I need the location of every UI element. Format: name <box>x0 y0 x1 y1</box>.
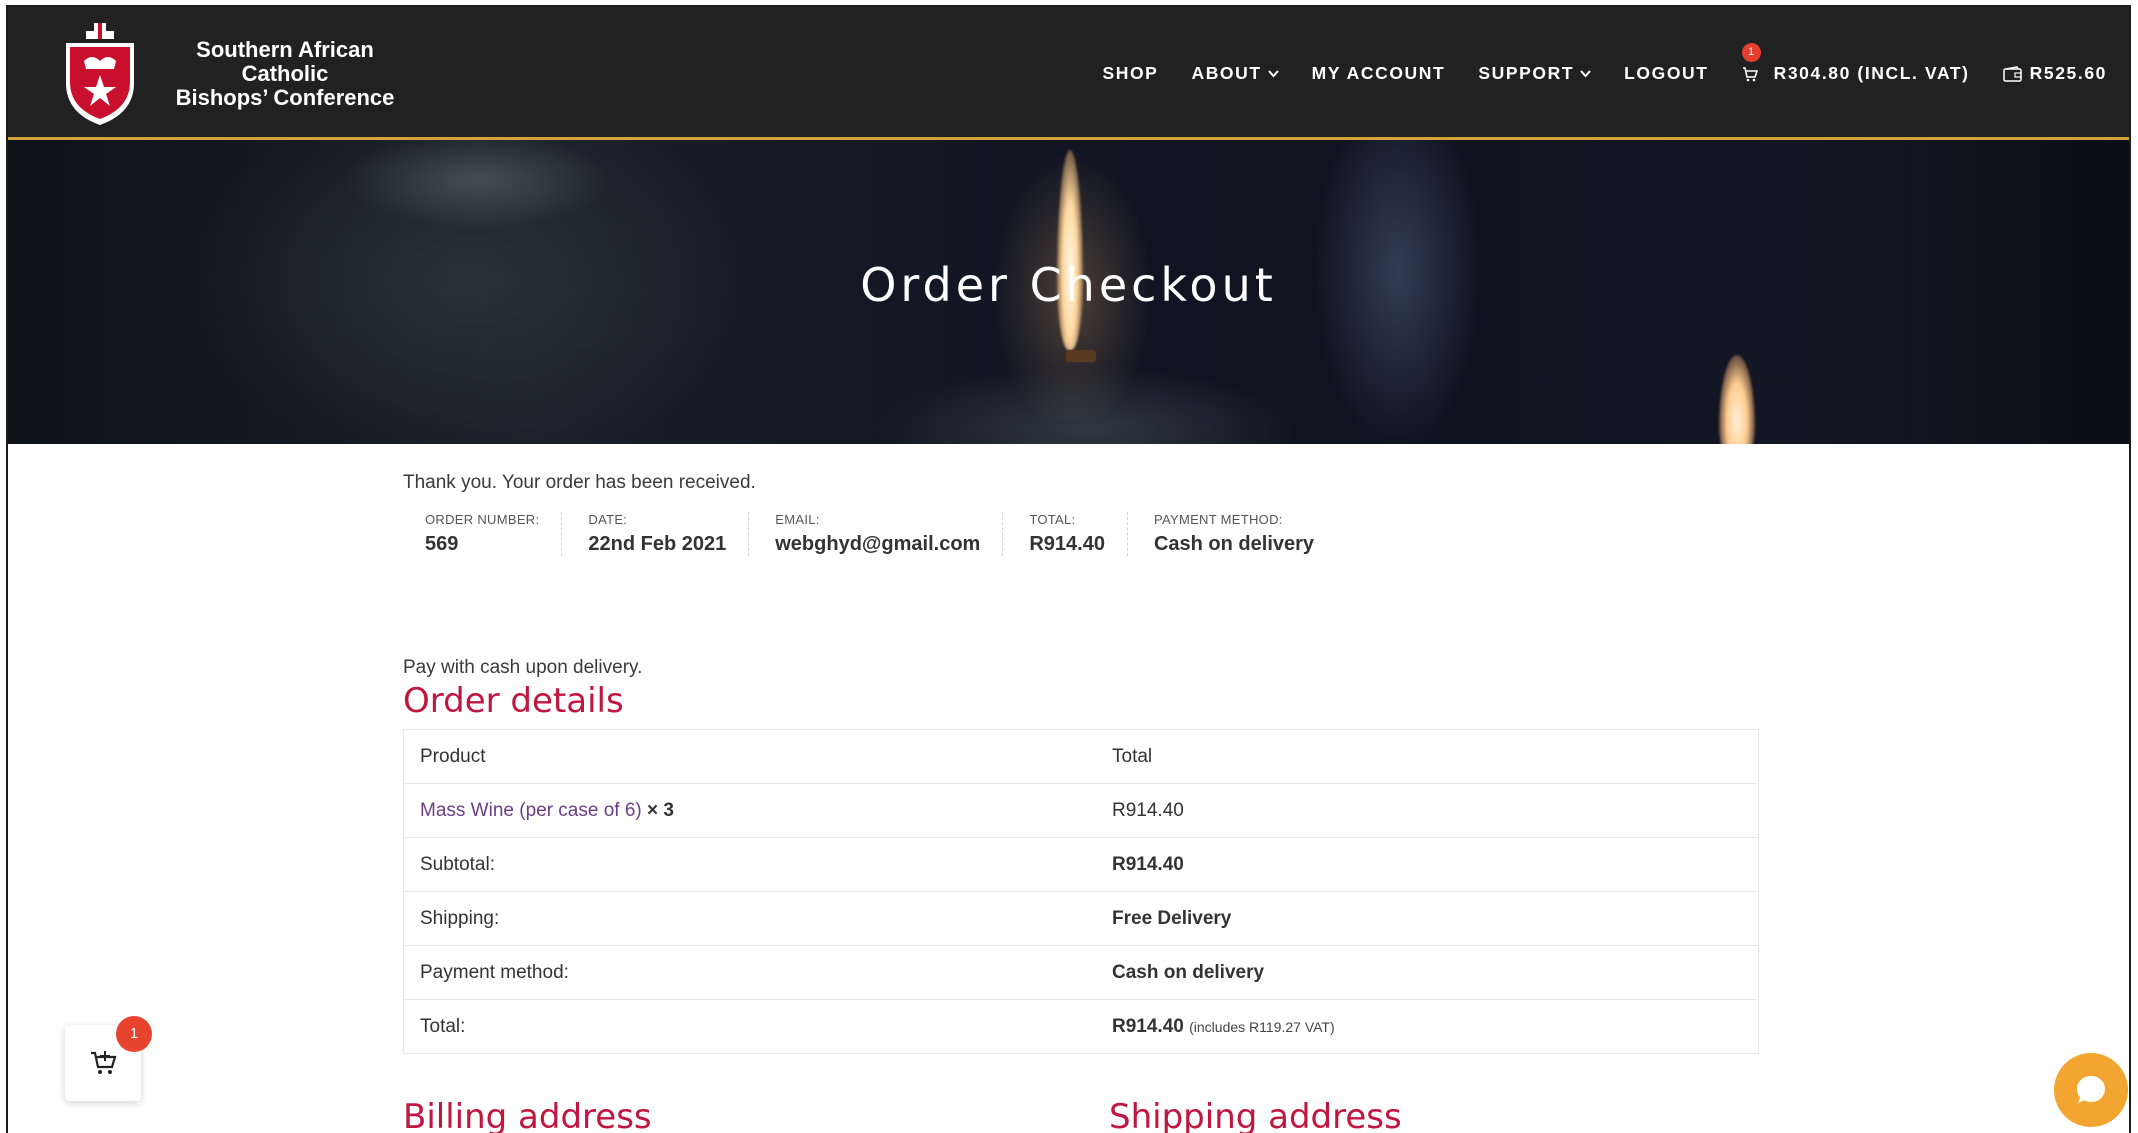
nav-shop-label: SHOP <box>1102 63 1159 83</box>
overview-value: Cash on delivery <box>1153 533 1315 555</box>
nav-my-account[interactable]: MY ACCOUNT <box>1312 63 1446 84</box>
hero-banner: Order Checkout <box>8 140 2129 444</box>
column-header-product: Product <box>403 729 1096 784</box>
overview-label: EMAIL: <box>775 512 820 527</box>
thank-you-message: Thank you. Your order has been received. <box>403 472 756 493</box>
header-cart[interactable]: 1 R304.80 (INCL. VAT) <box>1741 43 1970 84</box>
brand-name: Southern African Catholic Bishops’ Confe… <box>152 38 418 110</box>
brand-line-1: Southern African Catholic <box>196 37 374 86</box>
payment-instructions: Pay with cash upon delivery. <box>403 657 643 678</box>
browser-viewport: Southern African Catholic Bishops’ Confe… <box>6 5 2131 1133</box>
chevron-down-icon <box>1580 69 1591 77</box>
nav-my-account-label: MY ACCOUNT <box>1311 63 1446 83</box>
shipping-value: Free Delivery <box>1096 891 1759 946</box>
total-label: Total: <box>403 999 1096 1054</box>
chat-bubble-icon <box>2077 1076 2105 1103</box>
overview-value: 22nd Feb 2021 <box>588 533 727 555</box>
nav-support[interactable]: SUPPORT <box>1478 63 1591 84</box>
chevron-down-icon <box>1267 69 1279 77</box>
payment-method-value: Cash on delivery <box>1096 945 1759 1000</box>
cart-count-badge: 1 <box>1741 43 1761 62</box>
wallet-icon <box>2002 65 2022 82</box>
nav-shop[interactable]: SHOP <box>1102 63 1158 84</box>
billing-address-heading: Billing address <box>403 1097 652 1133</box>
column-header-total: Total <box>1096 729 1759 784</box>
candle-flame <box>1719 355 1755 444</box>
overview-label: TOTAL: <box>1029 512 1076 527</box>
overview-label: ORDER NUMBER: <box>425 512 540 527</box>
product-total: R914.40 <box>1096 783 1759 838</box>
overview-value: webghyd@gmail.com <box>775 533 981 555</box>
table-header-row: Product Total <box>403 729 1759 784</box>
nav-logout-label: LOGOUT <box>1624 63 1709 83</box>
chat-button[interactable] <box>2054 1053 2128 1127</box>
table-row: Shipping: Free Delivery <box>403 891 1759 946</box>
nav-support-label: SUPPORT <box>1478 63 1575 83</box>
add-to-cart-icon <box>91 1051 117 1074</box>
product-quantity: × 3 <box>647 799 674 821</box>
table-row: Subtotal: R914.40 <box>403 837 1759 892</box>
table-row: Total: R914.40 (includes R119.27 VAT) <box>403 999 1759 1054</box>
table-row: Mass Wine (per case of 6) × 3 R914.40 <box>403 783 1759 838</box>
overview-order-number: ORDER NUMBER: 569 <box>403 512 563 556</box>
wallet-balance[interactable]: R525.60 <box>2002 63 2107 84</box>
table-row: Payment method: Cash on delivery <box>403 945 1759 1000</box>
nav-about[interactable]: ABOUT <box>1191 63 1279 84</box>
main-nav: SHOP ABOUT MY ACCOUNT SUPPORT LOGOUT 1 R… <box>1069 43 2107 84</box>
brand-line-2: Bishops’ Conference <box>175 85 395 110</box>
order-details-heading: Order details <box>403 681 624 721</box>
nav-about-label: ABOUT <box>1191 63 1262 83</box>
crest-logo-icon <box>66 23 134 125</box>
overview-label: DATE: <box>588 512 628 527</box>
payment-method-label: Payment method: <box>403 945 1096 1000</box>
candle-wick <box>1066 350 1096 362</box>
total-value: R914.40 <box>1112 1015 1184 1037</box>
subtotal-value: R914.40 <box>1096 837 1759 892</box>
overview-payment-method: PAYMENT METHOD: Cash on delivery <box>1154 512 1336 556</box>
order-overview: ORDER NUMBER: 569 DATE: 22nd Feb 2021 EM… <box>403 512 1763 556</box>
overview-value: 569 <box>425 533 459 555</box>
order-received-content: Thank you. Your order has been received.… <box>403 472 1763 1054</box>
page-title: Order Checkout <box>860 258 1277 312</box>
overview-label: PAYMENT METHOD: <box>1153 512 1283 527</box>
wallet-balance-label: R525.60 <box>2029 63 2107 83</box>
site-header: Southern African Catholic Bishops’ Confe… <box>8 7 2129 140</box>
shipping-address-heading: Shipping address <box>1109 1097 1402 1133</box>
vat-note: (includes R119.27 VAT) <box>1189 1018 1335 1035</box>
overview-total: TOTAL: R914.40 <box>1029 512 1128 556</box>
floating-cart-badge: 1 <box>116 1016 152 1052</box>
order-details-table: Product Total Mass Wine (per case of 6) … <box>403 729 1759 1054</box>
overview-email: EMAIL: webghyd@gmail.com <box>775 512 1004 556</box>
subtotal-label: Subtotal: <box>403 837 1096 892</box>
overview-value: R914.40 <box>1029 533 1105 555</box>
site-logo[interactable]: Southern African Catholic Bishops’ Confe… <box>60 21 418 127</box>
cart-total[interactable]: R304.80 (INCL. VAT) <box>1774 63 1970 84</box>
product-cell: Mass Wine (per case of 6) × 3 <box>403 783 1096 838</box>
cart-icon <box>1742 66 1758 81</box>
overview-date: DATE: 22nd Feb 2021 <box>588 512 750 556</box>
total-cell: R914.40 (includes R119.27 VAT) <box>1096 999 1759 1054</box>
nav-logout[interactable]: LOGOUT <box>1624 63 1708 84</box>
product-link[interactable]: Mass Wine (per case of 6) <box>420 800 642 821</box>
shipping-label: Shipping: <box>403 891 1096 946</box>
